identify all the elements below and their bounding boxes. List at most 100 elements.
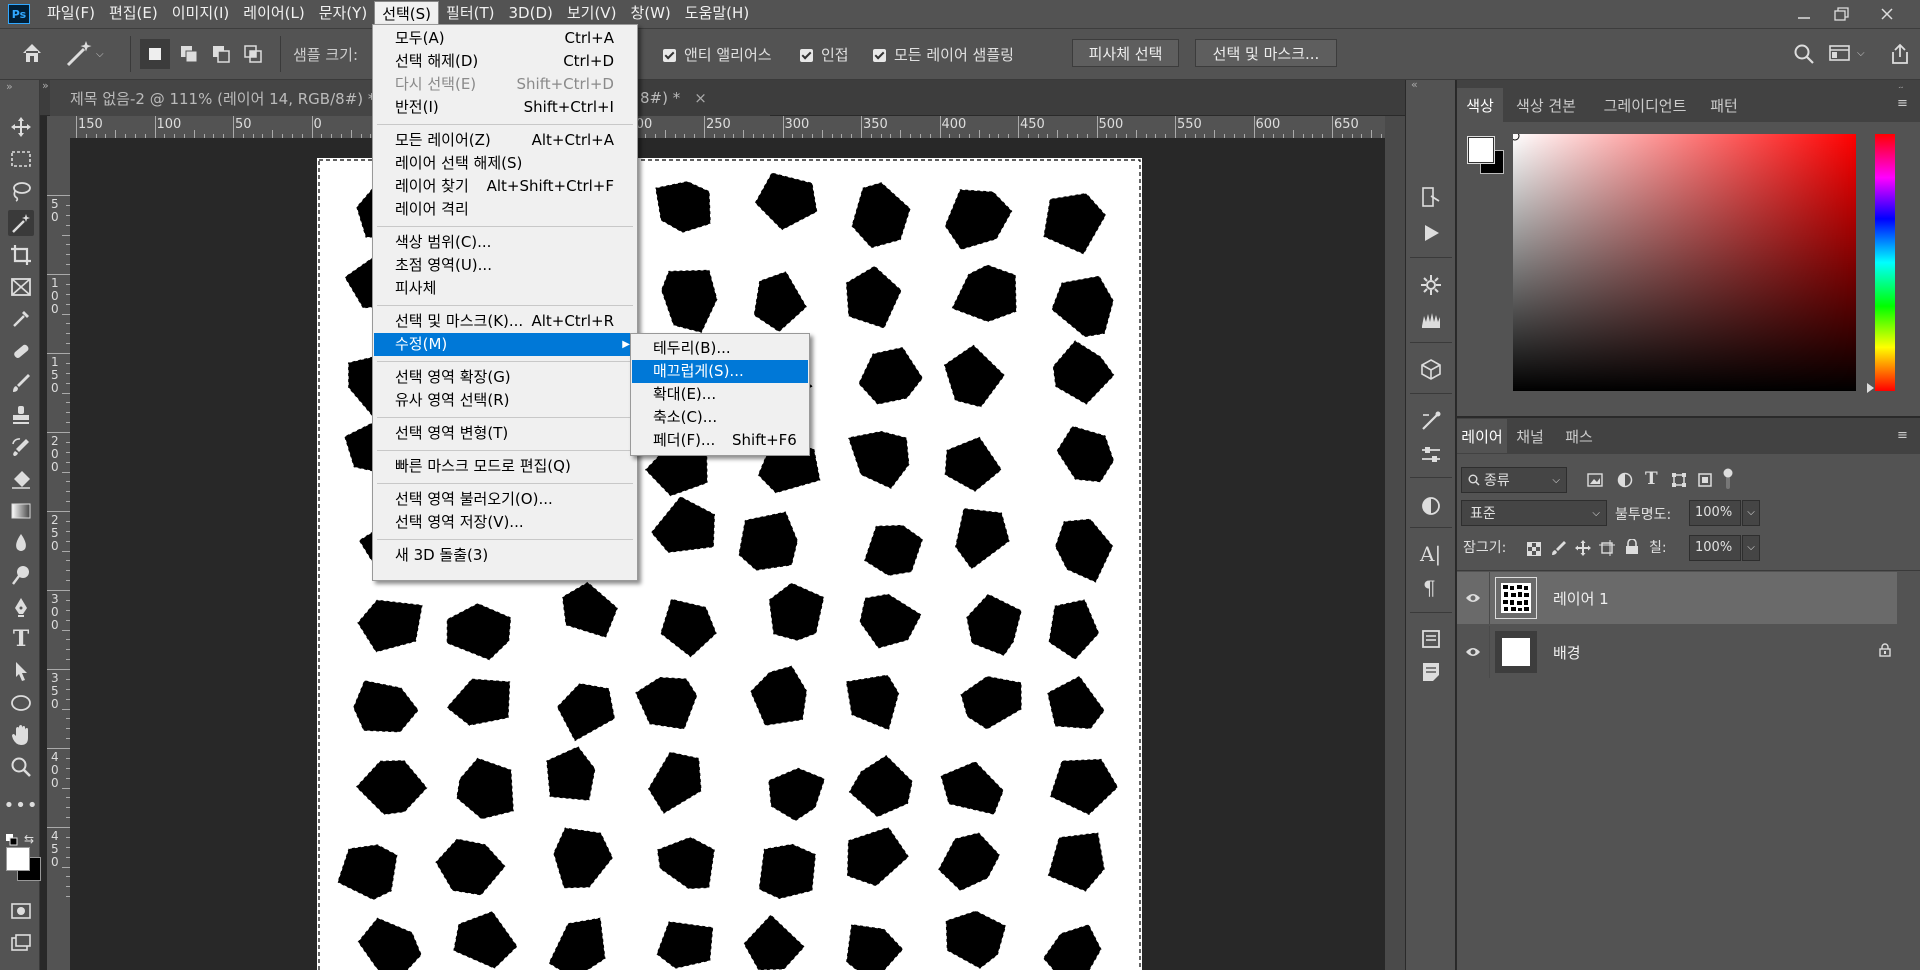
fill-field[interactable]: 100%	[1689, 535, 1741, 561]
menu-item[interactable]: 수정(M) ▶	[374, 333, 636, 356]
filter-adjustment-icon[interactable]	[1617, 472, 1633, 492]
zoom-tool-icon[interactable]	[8, 754, 34, 780]
menu-help[interactable]: 도움말(H)	[678, 1, 756, 25]
filter-shape-icon[interactable]	[1671, 472, 1687, 492]
tab-close-icon[interactable]: ×	[694, 89, 707, 107]
lock-artboard-icon[interactable]	[1599, 540, 1615, 560]
sample-all-layers-checkbox[interactable]: 모든 레이어 샘플링	[873, 44, 1014, 65]
character-panel-icon[interactable]: A|	[1420, 542, 1441, 566]
foreground-color-swatch[interactable]	[6, 847, 30, 871]
menu-view[interactable]: 보기(V)	[560, 1, 624, 25]
expand-panels-icon[interactable]: «	[1411, 78, 1418, 91]
frame-tool-icon[interactable]	[8, 274, 34, 300]
properties-icon[interactable]	[1420, 444, 1442, 470]
select-subject-button[interactable]: 피사체 선택	[1072, 39, 1179, 67]
styles-panel-icon[interactable]	[1420, 494, 1442, 520]
tab-channels[interactable]: 채널	[1507, 419, 1553, 453]
menu-item[interactable]: 다시 선택(E) Shift+Ctrl+D	[374, 73, 636, 96]
add-to-selection-icon[interactable]	[174, 39, 204, 69]
canvas-area[interactable]	[70, 138, 1385, 970]
brush-tool-icon[interactable]	[8, 370, 34, 396]
menu-edit[interactable]: 편집(E)	[102, 1, 165, 25]
home-icon[interactable]	[20, 41, 44, 69]
select-and-mask-button[interactable]: 선택 및 마스크...	[1195, 39, 1337, 67]
tab-paths[interactable]: 패스	[1555, 419, 1603, 453]
intersect-selection-icon[interactable]	[238, 39, 268, 69]
ellipse-tool-icon[interactable]	[8, 690, 34, 716]
filter-toggle-icon[interactable]	[1723, 468, 1733, 494]
menu-item[interactable]: 반전(I) Shift+Ctrl+I	[374, 96, 636, 119]
search-icon[interactable]	[1793, 43, 1815, 69]
menu-item[interactable]: 모두(A) Ctrl+A	[374, 27, 636, 50]
collapse-toolbar-icon[interactable]: »	[6, 80, 13, 93]
panel-menu-icon[interactable]: ≡	[1897, 428, 1908, 443]
quick-mask-icon[interactable]	[8, 898, 34, 924]
hand-tool-icon[interactable]	[8, 722, 34, 748]
tool-preset-picker[interactable]: ⌵	[62, 37, 120, 71]
anti-alias-checkbox[interactable]: 앤티 앨리어스	[663, 44, 772, 65]
menu-image[interactable]: 이미지(I)	[165, 1, 237, 25]
menu-item[interactable]: 새 3D 돌출(3)	[374, 544, 636, 567]
menu-item[interactable]: 선택 및 마스크(K)... Alt+Ctrl+R	[374, 310, 636, 333]
menu-type[interactable]: 문자(Y)	[312, 1, 374, 25]
menu-item[interactable]: 선택 영역 불러오기(O)...	[374, 488, 636, 511]
close-icon[interactable]	[1868, 0, 1906, 28]
menu-item[interactable]: 선택 영역 저장(V)...	[374, 511, 636, 534]
menu-filter[interactable]: 필터(T)	[439, 1, 501, 25]
filter-pixel-icon[interactable]	[1587, 472, 1603, 492]
menu-window[interactable]: 창(W)	[623, 1, 677, 25]
gradient-tool-icon[interactable]	[8, 498, 34, 524]
healing-brush-tool-icon[interactable]	[8, 338, 34, 364]
menu-item[interactable]: 빠른 마스크 모드로 편집(Q)	[374, 455, 636, 478]
paragraph-panel-icon[interactable]: ¶	[1423, 576, 1436, 600]
lock-position-icon[interactable]	[1575, 540, 1591, 560]
clone-stamp-tool-icon[interactable]	[8, 402, 34, 428]
filter-smart-object-icon[interactable]	[1697, 472, 1713, 492]
collapse-panels-icon[interactable]: »	[42, 79, 49, 92]
document-tab[interactable]: 8#) * ×	[620, 80, 770, 116]
tab-color[interactable]: 색상	[1457, 88, 1503, 122]
layer-name[interactable]: 배경	[1553, 642, 1581, 663]
lock-image-icon[interactable]	[1551, 540, 1567, 560]
menu-item[interactable]: 모든 레이어(Z) Alt+Ctrl+A	[374, 129, 636, 152]
visibility-eye-icon[interactable]	[1457, 592, 1489, 604]
menu-item[interactable]: 피사체	[374, 277, 636, 300]
swap-colors-icon[interactable]: ⇆	[24, 832, 34, 846]
menu-item[interactable]: 페더(F)... Shift+F6	[632, 429, 808, 452]
screen-mode-icon[interactable]	[8, 930, 34, 956]
lasso-tool-icon[interactable]	[8, 178, 34, 204]
panel-menu-icon[interactable]: ≡	[1897, 96, 1908, 111]
menu-item[interactable]: 색상 범위(C)...	[374, 231, 636, 254]
brushes-panel-icon[interactable]	[1420, 308, 1442, 334]
menu-item[interactable]: 선택 영역 확장(G)	[374, 366, 636, 389]
history-brush-tool-icon[interactable]	[8, 434, 34, 460]
dodge-tool-icon[interactable]	[8, 562, 34, 588]
menu-file[interactable]: 파일(F)	[40, 1, 102, 25]
menu-item[interactable]: 축소(C)...	[632, 406, 808, 429]
3d-panel-icon[interactable]	[1420, 358, 1442, 384]
opacity-dropdown[interactable]: ⌵	[1742, 500, 1760, 526]
menu-layer[interactable]: 레이어(L)	[236, 1, 311, 25]
vertical-scrollbar[interactable]	[1385, 116, 1405, 970]
lock-transparent-icon[interactable]	[1527, 542, 1541, 560]
adjustments-icon[interactable]	[1420, 410, 1442, 436]
libraries-panel-icon[interactable]	[1420, 628, 1442, 654]
layer-row[interactable]: 레이어 1	[1457, 572, 1897, 624]
eyedropper-tool-icon[interactable]	[8, 306, 34, 332]
subtract-from-selection-icon[interactable]	[206, 39, 236, 69]
tab-gradients[interactable]: 그레이디언트	[1591, 88, 1699, 122]
visibility-eye-icon[interactable]	[1457, 646, 1489, 658]
fill-dropdown[interactable]: ⌵	[1742, 535, 1760, 561]
menu-item[interactable]: 테두리(B)...	[632, 337, 808, 360]
opacity-field[interactable]: 100%	[1689, 500, 1741, 526]
tab-swatches[interactable]: 색상 견본	[1503, 88, 1589, 122]
menu-item[interactable]: 레이어 찾기 Alt+Shift+Ctrl+F	[374, 175, 636, 198]
share-icon[interactable]	[1889, 43, 1911, 69]
layer-row[interactable]: 배경	[1457, 626, 1897, 678]
tab-layers[interactable]: 레이어	[1457, 419, 1507, 453]
new-selection-icon[interactable]	[140, 39, 170, 69]
history-panel-icon[interactable]	[1420, 186, 1442, 212]
menu-item[interactable]: 유사 영역 선택(R)	[374, 389, 636, 412]
more-tools-icon[interactable]: •••	[4, 792, 38, 818]
layer-filter-select[interactable]: 종류 ⌵	[1461, 467, 1567, 493]
